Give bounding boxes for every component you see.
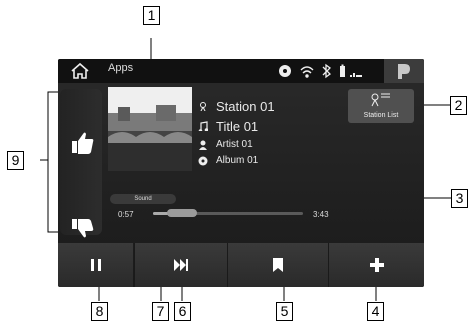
apps-button[interactable]: Apps xyxy=(108,62,133,74)
callout-3: 3 xyxy=(451,189,468,208)
home-button[interactable] xyxy=(62,61,103,81)
battery-icon xyxy=(340,64,345,77)
station-list-button[interactable]: Station List xyxy=(348,89,414,123)
bookmark-button[interactable] xyxy=(227,243,328,287)
album-name: Album 01 xyxy=(216,155,259,166)
diagram-stage: Apps Station 01 Title 01 Artist 01 Album… xyxy=(0,0,469,325)
total-time: 3:43 xyxy=(313,210,329,219)
antenna-icon xyxy=(200,102,206,111)
thumbs-up-button[interactable] xyxy=(64,127,100,159)
antenna-list-icon xyxy=(371,93,390,107)
station-list-label: Station List xyxy=(363,112,399,119)
disc-icon xyxy=(198,156,208,166)
pause-button[interactable] xyxy=(58,243,133,287)
plus-icon xyxy=(370,258,384,272)
skip-forward-icon xyxy=(174,259,188,271)
callout-9: 9 xyxy=(7,151,24,170)
profile-tab[interactable] xyxy=(384,59,424,83)
home-icon xyxy=(71,61,103,81)
artist-name: Artist 01 xyxy=(216,139,253,150)
progress-bar[interactable] xyxy=(153,209,303,217)
progress-knob[interactable] xyxy=(167,209,197,217)
bluetooth-icon xyxy=(322,63,331,79)
pause-icon xyxy=(90,259,101,271)
callout-5: 5 xyxy=(276,302,293,321)
person-icon xyxy=(199,140,207,150)
music-note-icon xyxy=(198,121,208,131)
sound-button[interactable]: Sound xyxy=(110,194,176,204)
callout-1: 1 xyxy=(143,6,160,25)
station-name: Station 01 xyxy=(216,99,275,114)
rating-panel xyxy=(60,89,102,238)
callout-2: 2 xyxy=(450,96,467,115)
disc-icon xyxy=(279,65,291,77)
thumbs-up-icon xyxy=(72,132,94,154)
status-bar: Apps xyxy=(58,59,424,83)
callout-7: 7 xyxy=(152,302,169,321)
callout-4: 4 xyxy=(367,302,384,321)
track-title: Title 01 xyxy=(216,119,259,134)
p-logo-icon xyxy=(398,64,410,79)
skip-forward-button[interactable] xyxy=(134,243,227,287)
callout-6: 6 xyxy=(174,302,191,321)
wifi-icon xyxy=(300,66,314,78)
head-unit-screen: Apps Station 01 Title 01 Artist 01 Album… xyxy=(58,59,424,287)
callout-8: 8 xyxy=(91,302,108,321)
album-art xyxy=(108,87,192,171)
bookmark-icon xyxy=(273,258,283,272)
signal-icon xyxy=(350,73,362,77)
add-button[interactable] xyxy=(328,243,424,287)
elapsed-time: 0:57 xyxy=(118,210,134,219)
